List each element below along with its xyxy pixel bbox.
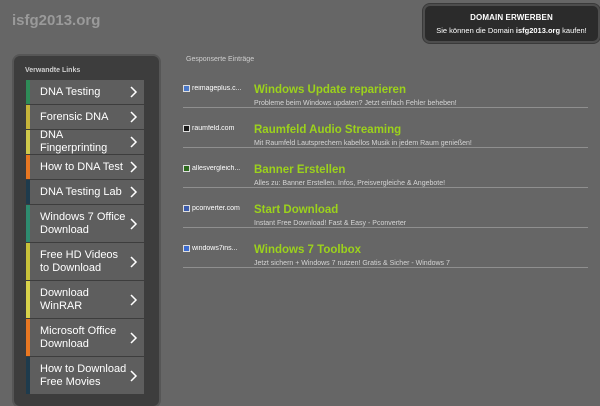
sponsored-title: Gesponserte Einträge: [186, 56, 255, 63]
ads-list: reimageplus.c... Windows Update repariere…: [183, 69, 588, 268]
domain-box-text: Sie können die Domain isfg2013.org kaufe…: [425, 26, 598, 35]
ad-headline-link[interactable]: Start Download: [254, 204, 338, 216]
ad-source[interactable]: pconverter.com: [183, 205, 249, 212]
ad-source[interactable]: windows7ins...: [183, 245, 249, 252]
sponsored-listings: Gesponserte Einträge reimageplus.c... Win…: [183, 56, 588, 269]
reimage-icon: [183, 85, 190, 92]
chevron-right-icon: [127, 136, 139, 148]
sponsored-ad: windows7ins... Windows 7 Toolbox Jetzt sic…: [183, 229, 588, 268]
domain-box-suffix: kaufen!: [562, 26, 587, 35]
sponsored-ad: allesvergleich... Banner Erstellen Alles z…: [183, 149, 588, 188]
chevron-right-icon: [127, 331, 139, 344]
chevron-right-icon: [127, 186, 139, 198]
related-links-sidebar: Verwandte Links DNA Testing Forensic DNA D…: [14, 56, 159, 406]
sponsored-ad: reimageplus.c... Windows Update repariere…: [183, 69, 588, 108]
ad-headline-link[interactable]: Windows 7 Toolbox: [254, 244, 361, 256]
related-link-item[interactable]: DNA Fingerprinting: [26, 129, 144, 154]
related-link-item[interactable]: How to DNA Test: [26, 155, 144, 179]
related-link-item[interactable]: Microsoft Office Download: [26, 319, 144, 356]
chevron-right-icon: [127, 111, 139, 123]
ad-source-label: allesvergleich...: [192, 165, 241, 172]
domain-box-title: DOMAIN ERWERBEN: [470, 13, 553, 22]
ad-source[interactable]: allesvergleich...: [183, 165, 249, 172]
sidebar-title: Verwandte Links: [25, 67, 81, 74]
ad-description: Instant Free Download! Fast & Easy - Pco…: [254, 220, 407, 227]
raumfeld-icon: [183, 125, 190, 132]
ad-source-label: raumfeld.com: [192, 125, 235, 132]
chevron-right-icon: [127, 161, 139, 173]
chevron-right-icon: [127, 293, 139, 306]
related-link-item[interactable]: DNA Testing: [26, 80, 144, 104]
chevron-right-icon: [127, 369, 139, 382]
pconverter-icon: [183, 205, 190, 212]
ad-description: Mit Raumfeld Lautsprechern kabellos Musi…: [254, 140, 472, 147]
ad-headline-link[interactable]: Windows Update reparieren: [254, 84, 406, 96]
domain-purchase-box[interactable]: DOMAIN ERWERBEN Sie können die Domain is…: [423, 4, 600, 43]
ad-description: Jetzt sichern + Windows 7 nutzen! Gratis…: [254, 260, 450, 267]
ad-description: Probleme beim Windows updaten? Jetzt ein…: [254, 100, 457, 107]
related-link-item[interactable]: Windows 7 Office Download: [26, 205, 144, 242]
domain-box-prefix: Sie können die Domain: [436, 26, 514, 35]
chevron-right-icon: [127, 86, 139, 98]
chevron-right-icon: [127, 255, 139, 268]
related-link-item[interactable]: DNA Testing Lab: [26, 180, 144, 204]
ad-description: Alles zu: Banner Erstellen. Infos, Preis…: [254, 180, 446, 187]
related-links-list: DNA Testing Forensic DNA DNA Fingerprintin…: [26, 80, 159, 395]
related-link-item[interactable]: Free HD Videos to Download: [26, 243, 144, 280]
ad-source[interactable]: reimageplus.c...: [183, 85, 249, 92]
ad-source-label: windows7ins...: [192, 245, 238, 252]
domain-box-domain: isfg2013.org: [515, 26, 561, 35]
ad-headline-link[interactable]: Raumfeld Audio Streaming: [254, 124, 401, 136]
related-link-item[interactable]: Forensic DNA: [26, 105, 144, 129]
ad-headline-link[interactable]: Banner Erstellen: [254, 164, 345, 176]
sponsored-ad: pconverter.com Start Download Instant Free…: [183, 189, 588, 228]
ad-source-label: reimageplus.c...: [192, 85, 242, 92]
related-link-item[interactable]: Download WinRAR: [26, 281, 144, 318]
related-link-item[interactable]: How to Download Free Movies: [26, 357, 144, 394]
sponsored-ad: raumfeld.com Raumfeld Audio Streaming Mit …: [183, 109, 588, 148]
chevron-right-icon: [127, 217, 139, 230]
site-name[interactable]: isfg2013.org: [12, 12, 100, 29]
windows7-icon: [183, 245, 190, 252]
ad-source[interactable]: raumfeld.com: [183, 125, 249, 132]
allesvergleichen-icon: [183, 165, 190, 172]
ad-source-label: pconverter.com: [192, 205, 240, 212]
